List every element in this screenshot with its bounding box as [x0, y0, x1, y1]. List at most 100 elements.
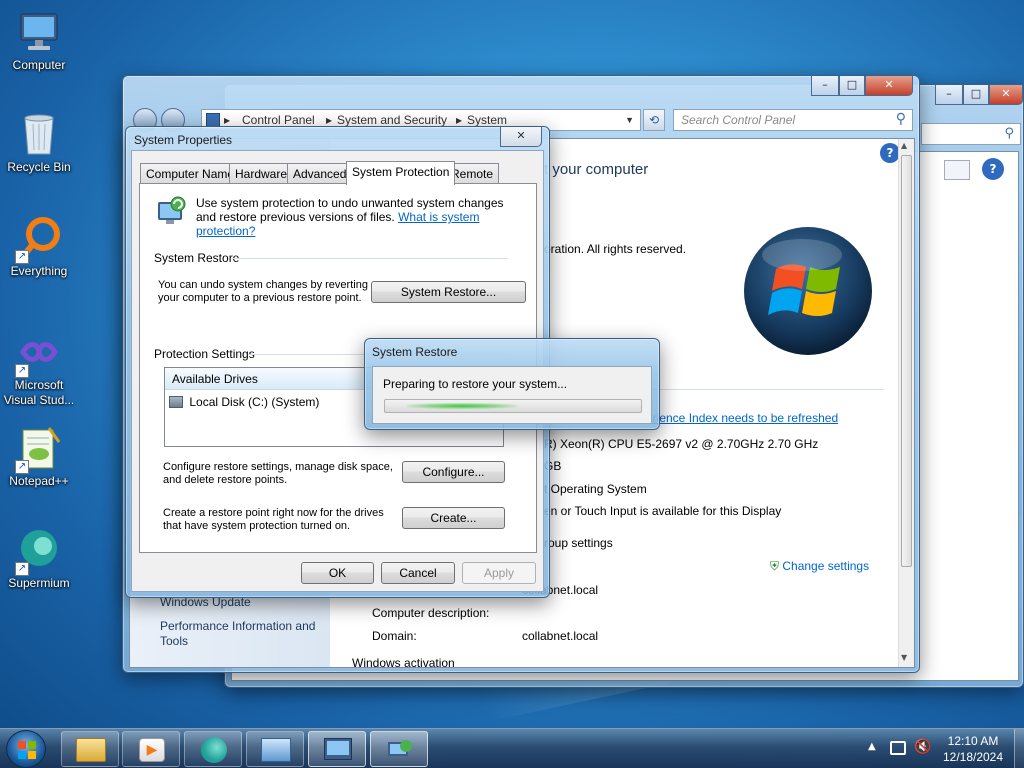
desktop-icon-label: Microsoft Visual Stud...	[3, 378, 75, 407]
refresh-button[interactable]: ⟲	[643, 109, 665, 131]
create-text: Create a restore point right now for the…	[163, 507, 384, 532]
domain-label: Domain:	[372, 629, 417, 643]
shield-icon: ⛨	[770, 559, 780, 573]
computer-icon	[324, 738, 352, 760]
scroll-up-arrow-icon[interactable]: ▲	[901, 141, 907, 150]
system-type-value: t Operating System	[544, 482, 647, 496]
scrollbar-thumb[interactable]	[901, 155, 912, 567]
help-icon[interactable]: ?	[982, 158, 1004, 180]
tab-computer-name[interactable]: Computer Name	[140, 163, 241, 183]
tab-hardware[interactable]: Hardware	[229, 163, 294, 183]
address-dropdown-icon[interactable]: ▼	[625, 110, 634, 130]
sidebar-link-performance[interactable]: Performance Information and Tools	[160, 619, 330, 649]
change-settings-link[interactable]: ⛨ Change settings	[770, 559, 869, 574]
clock-date[interactable]: 12/18/2024	[938, 750, 1008, 764]
pen-touch-value: en or Touch Input is available for this …	[544, 504, 782, 518]
close-button[interactable]: ✕	[500, 127, 542, 147]
system-restore-heading: System Restore	[154, 251, 240, 265]
shortcut-arrow-icon: ↗	[15, 364, 29, 378]
apply-button: Apply	[462, 562, 536, 584]
restore-dialog-body: Preparing to restore your system...	[372, 366, 652, 424]
control-panel-icon	[261, 738, 291, 762]
computer-icon	[15, 8, 63, 56]
desktop-icon-recycle-bin[interactable]: Recycle Bin	[0, 110, 78, 175]
drive-row[interactable]: Local Disk (C:) (System)	[169, 393, 369, 411]
shortcut-arrow-icon: ↗	[15, 250, 29, 264]
hard-drive-icon	[169, 396, 183, 408]
taskbar-control-panel[interactable]	[246, 731, 304, 767]
show-hidden-icons-button[interactable]: ▲	[868, 741, 876, 752]
search-icon: ⚲	[1004, 126, 1014, 141]
desktop-icon-label: Notepad++	[9, 474, 69, 488]
vertical-scrollbar[interactable]: ▲ ▼	[898, 139, 914, 667]
minimize-button[interactable]: –	[935, 85, 963, 105]
windows-activation-heading: Windows activation	[352, 657, 455, 667]
desktop-icon-label: Everything	[10, 264, 68, 278]
preview-pane-icon[interactable]	[944, 160, 970, 180]
taskbar-system[interactable]	[308, 731, 366, 767]
search-box[interactable]: Search Control Panel ⚲	[673, 109, 913, 131]
maximize-button[interactable]: □	[963, 85, 989, 105]
desktop-icon-visual-studio[interactable]: ↗ Microsoft Visual Stud...	[0, 328, 78, 408]
system-restore-dialog: System Restore Preparing to restore your…	[364, 338, 660, 430]
section-divider	[232, 258, 508, 259]
search-box[interactable]: ⚲	[921, 123, 1021, 145]
close-button[interactable]: ✕	[989, 85, 1023, 105]
search-placeholder: Search Control Panel	[681, 113, 796, 127]
taskbar-supermium[interactable]	[184, 731, 242, 767]
maximize-button[interactable]: □	[839, 76, 865, 96]
page-title: t your computer	[544, 161, 649, 178]
computer-description-label: Computer description:	[372, 606, 490, 620]
search-icon: ⚲	[895, 111, 906, 127]
tab-system-protection[interactable]: System Protection	[346, 161, 456, 185]
desktop-icon-everything[interactable]: ↗ Everything	[0, 214, 78, 279]
supermium-icon: ↗	[15, 526, 63, 576]
minimize-button[interactable]: –	[811, 76, 839, 96]
windows-logo-icon	[742, 225, 874, 357]
recycle-bin-icon	[15, 110, 63, 158]
scroll-down-arrow-icon[interactable]: ▼	[901, 653, 907, 662]
windows-flag-icon	[18, 741, 36, 759]
system-restore-icon	[386, 738, 414, 762]
dialog-title: System Properties	[134, 133, 233, 147]
taskbar: ▶ ▲ 🔇 12:10 AM 12/18/2024	[0, 728, 1024, 768]
notepad-plus-plus-icon: ↗	[15, 424, 63, 474]
help-icon[interactable]: ?	[880, 143, 900, 163]
progress-marquee	[407, 403, 517, 409]
shortcut-arrow-icon: ↗	[15, 460, 29, 474]
system-restore-button[interactable]: System Restore...	[371, 281, 526, 303]
desktop-icon-supermium[interactable]: ↗ Supermium	[0, 526, 78, 591]
desktop-icon-computer[interactable]: Computer	[0, 8, 78, 73]
folder-icon	[76, 738, 106, 762]
configure-text: Configure restore settings, manage disk …	[163, 461, 393, 486]
intro-text: Use system protection to undo unwanted s…	[196, 196, 504, 238]
cancel-button[interactable]: Cancel	[381, 562, 455, 584]
domain-value: collabnet.local	[522, 629, 599, 643]
show-desktop-button[interactable]	[1014, 729, 1024, 768]
taskbar-media-player[interactable]: ▶	[122, 731, 180, 767]
clock-time[interactable]: 12:10 AM	[938, 734, 1008, 748]
close-button[interactable]: ✕	[865, 76, 913, 96]
everything-search-icon: ↗	[15, 214, 63, 264]
volume-muted-icon[interactable]: 🔇	[914, 739, 931, 755]
create-button[interactable]: Create...	[402, 507, 505, 529]
start-button[interactable]	[6, 730, 46, 768]
control-panel-icon	[206, 113, 220, 127]
configure-button[interactable]: Configure...	[402, 461, 505, 483]
supermium-icon	[201, 737, 227, 763]
protection-settings-heading: Protection Settings	[154, 347, 255, 361]
experience-index-link[interactable]: erience Index needs to be refreshed	[646, 411, 838, 425]
processor-value: R) Xeon(R) CPU E5-2697 v2 @ 2.70GHz 2.70…	[544, 437, 819, 451]
tab-advanced[interactable]: Advanced	[287, 163, 353, 183]
ok-button[interactable]: OK	[301, 562, 374, 584]
system-protection-icon	[154, 194, 188, 228]
restore-status-text: Preparing to restore your system...	[383, 377, 568, 391]
taskbar-system-restore[interactable]	[370, 731, 428, 767]
desktop-icon-label: Recycle Bin	[7, 160, 71, 174]
taskbar-explorer[interactable]	[61, 731, 119, 767]
dialog-title: System Restore	[372, 345, 458, 359]
desktop-icon-notepad-plus-plus[interactable]: ↗ Notepad++	[0, 424, 78, 489]
action-center-icon[interactable]	[890, 741, 906, 755]
copyright-text: oration. All rights reserved.	[544, 242, 687, 256]
desktop-icon-label: Computer	[12, 58, 66, 72]
